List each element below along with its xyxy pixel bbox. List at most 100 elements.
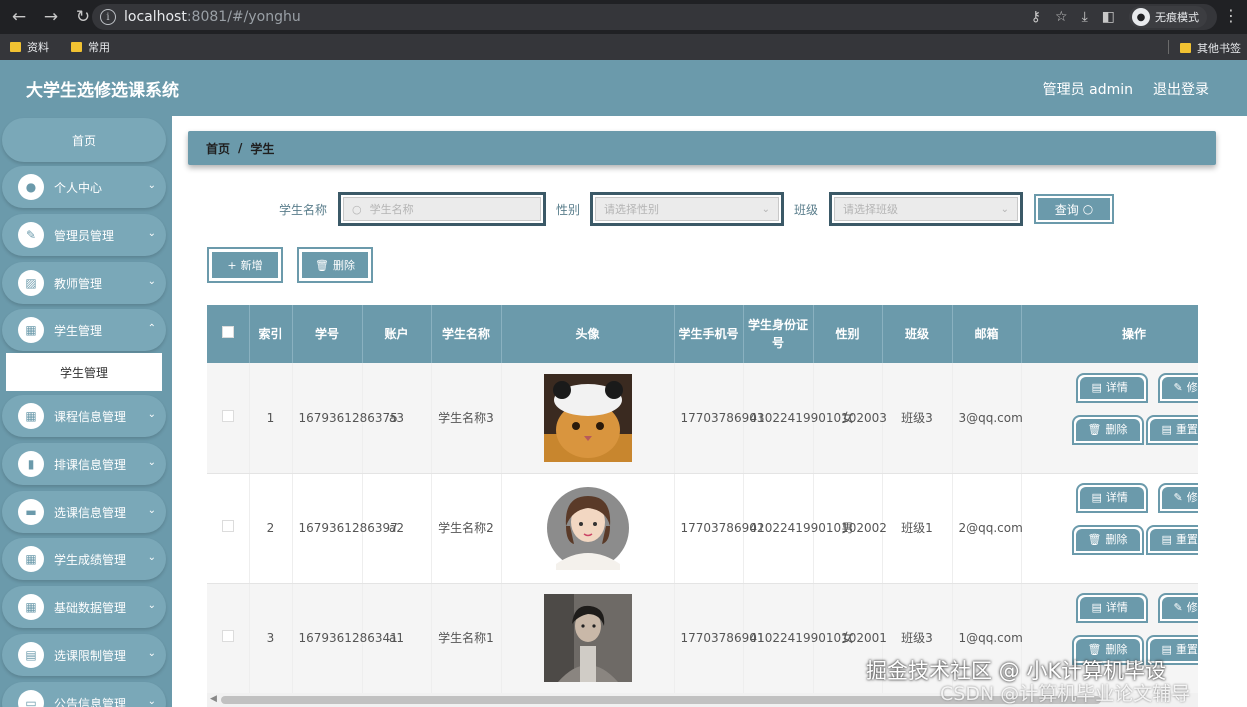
delete-button[interactable]: 🗑 删除 [1071,525,1144,555]
address-bar[interactable]: i localhost:8081/#/yonghu ⚷ ☆ ⤓ ◧ ● 无痕模式 [92,4,1217,30]
sidebar-item-schedule[interactable]: ▮ 排课信息管理 ⌄ [2,443,166,485]
more-menu-icon[interactable]: ⋮ [1223,6,1239,25]
cell-student-no: 1679361286341 [292,583,398,693]
watermark-text-2: CSDN @计算机毕业论文辅导 [940,683,1191,705]
folder-icon [10,42,21,52]
breadcrumb: 首页 / 学生 [188,131,1216,165]
trash-icon: 🗑 [1087,422,1102,436]
cell-index: 1 [249,363,293,474]
edit-icon: ✎ [1173,380,1183,394]
download-icon[interactable]: ⤓ [1082,9,1088,25]
sidebar-item-basic-data[interactable]: ▦ 基础数据管理 ⌄ [2,586,166,628]
chevron-down-icon: ⌄ [147,696,156,707]
doc-icon: ▤ [1091,380,1102,394]
chevron-down-icon: ⌄ [147,505,156,516]
avatar-image [543,373,632,462]
breadcrumb-current: 学生 [250,141,275,156]
sidebar-item-teacher[interactable]: ▨ 教师管理 ⌄ [2,262,166,304]
sidebar-item-selection[interactable]: ▬ 选课信息管理 ⌄ [2,491,166,533]
column-header: 班级 [882,305,953,363]
chevron-down-icon: ⌄ [147,552,156,563]
sidebar-item-student[interactable]: ▦ 学生管理 ⌃ [2,309,166,351]
class-select[interactable]: 请选择班级 ⌄ [829,192,1023,226]
sidepanel-icon[interactable]: ◧ [1102,9,1115,25]
column-header: 头像 [501,305,675,363]
info-icon[interactable]: i [100,9,116,25]
clipboard-icon: ▤ [18,642,44,668]
url-path: :8081/#/yonghu [186,9,301,25]
column-header: 学号 [292,305,363,363]
chevron-down-icon: ⌄ [147,457,156,468]
edit-button[interactable]: ✎修改 [1157,483,1198,513]
name-search-input[interactable]: ○ 学生名称 [338,192,546,226]
sidebar-item-limit[interactable]: ▤ 选课限制管理 ⌄ [2,634,166,676]
sidebar-item-course[interactable]: ▦ 课程信息管理 ⌄ [2,395,166,437]
chevron-down-icon: ⌄ [147,600,156,611]
other-bookmarks[interactable]: 其他书签 [1180,40,1241,56]
batch-delete-button[interactable]: 🗑 删除 [297,247,373,283]
detail-button[interactable]: ▤ 详情 [1075,372,1148,403]
select-all-header [207,305,250,363]
sidebar-item-grades[interactable]: ▦ 学生成绩管理 ⌄ [2,538,166,580]
bookmark-separator [1168,40,1169,54]
row-checkbox[interactable] [221,409,234,422]
grid-icon: ▦ [18,546,44,572]
cell-id-card: 410224199010102001 [743,583,887,693]
scroll-left-icon[interactable]: ◀ [210,694,217,704]
chevron-down-icon: ⌄ [1000,204,1009,215]
star-icon[interactable]: ☆ [1055,9,1068,25]
column-header: 学生手机号 [674,305,744,363]
add-button[interactable]: + 新增 [207,247,283,283]
sidebar-item-home[interactable]: 首页 [2,118,166,162]
sidebar-item-notice[interactable]: ▭ 公告信息管理 ⌄ [2,682,166,707]
breadcrumb-separator: / [238,141,243,155]
edit-button[interactable]: ✎修改 [1157,372,1198,403]
row-checkbox[interactable] [221,520,234,532]
column-header: 学生身份证号 [743,305,814,363]
cell-name: 学生名称1 [431,583,502,693]
column-header: 邮箱 [952,305,1022,363]
edit-icon: ✎ [1173,601,1183,614]
cell-phone: 17703786902 [674,473,764,584]
table-row: 1 1679361286375 a3 学生名称3 17703786903 410… [207,363,1198,474]
chevron-down-icon: ⌄ [147,276,156,287]
doc-icon: ▤ [1161,422,1172,436]
reset-button[interactable]: ▤ 重置 [1145,525,1198,555]
search-icon: ○ [352,202,362,216]
grid-icon: ▦ [18,594,44,620]
incognito-badge[interactable]: ● 无痕模式 [1129,6,1207,28]
query-button[interactable]: 查询 ○ [1034,194,1114,224]
cell-phone: 17703786901 [674,583,764,693]
reload-icon[interactable]: ↻ [74,7,92,27]
cell-name: 学生名称3 [431,363,502,474]
chevron-down-icon: ⌄ [147,228,156,239]
key-icon[interactable]: ⚷ [1031,9,1041,25]
app-header: 大学生选修选课系统 管理员 admin 退出登录 [0,60,1247,116]
sidebar-subitem-student[interactable]: 学生管理 [6,353,162,391]
name-label: 学生名称 [279,203,328,217]
bookmark-folder-1[interactable]: 资料 [10,39,49,55]
gender-select[interactable]: 请选择性别 ⌄ [590,192,784,226]
doc-icon: ▤ [1161,533,1172,546]
edit-button[interactable]: ✎修改 [1157,593,1198,623]
cell-id-card: 410224199010102002 [743,473,887,584]
row-checkbox[interactable] [221,630,234,642]
bookmark-folder-2[interactable]: 常用 [71,39,110,55]
reset-button[interactable]: ▤ 重置 [1145,414,1198,445]
trash-icon: 🗑 [1087,533,1102,546]
chevron-down-icon: ⌄ [147,180,156,191]
bookmarks-bar: 资料 常用 其他书签 [0,34,1247,60]
back-icon[interactable]: ← [10,7,28,27]
forward-icon[interactable]: → [42,7,60,27]
logout-link[interactable]: 退出登录 [1153,79,1209,99]
detail-button[interactable]: ▤ 详情 [1075,483,1148,513]
avatar-image [546,487,629,570]
select-all-checkbox[interactable] [221,326,234,338]
detail-button[interactable]: ▤ 详情 [1075,593,1148,623]
breadcrumb-home[interactable]: 首页 [206,140,230,157]
briefcase-icon: ▬ [18,499,44,525]
cell-class: 班级3 [882,363,953,474]
cell-index: 3 [249,583,293,693]
avatar-image [543,594,632,682]
delete-button[interactable]: 🗑 删除 [1071,414,1144,445]
